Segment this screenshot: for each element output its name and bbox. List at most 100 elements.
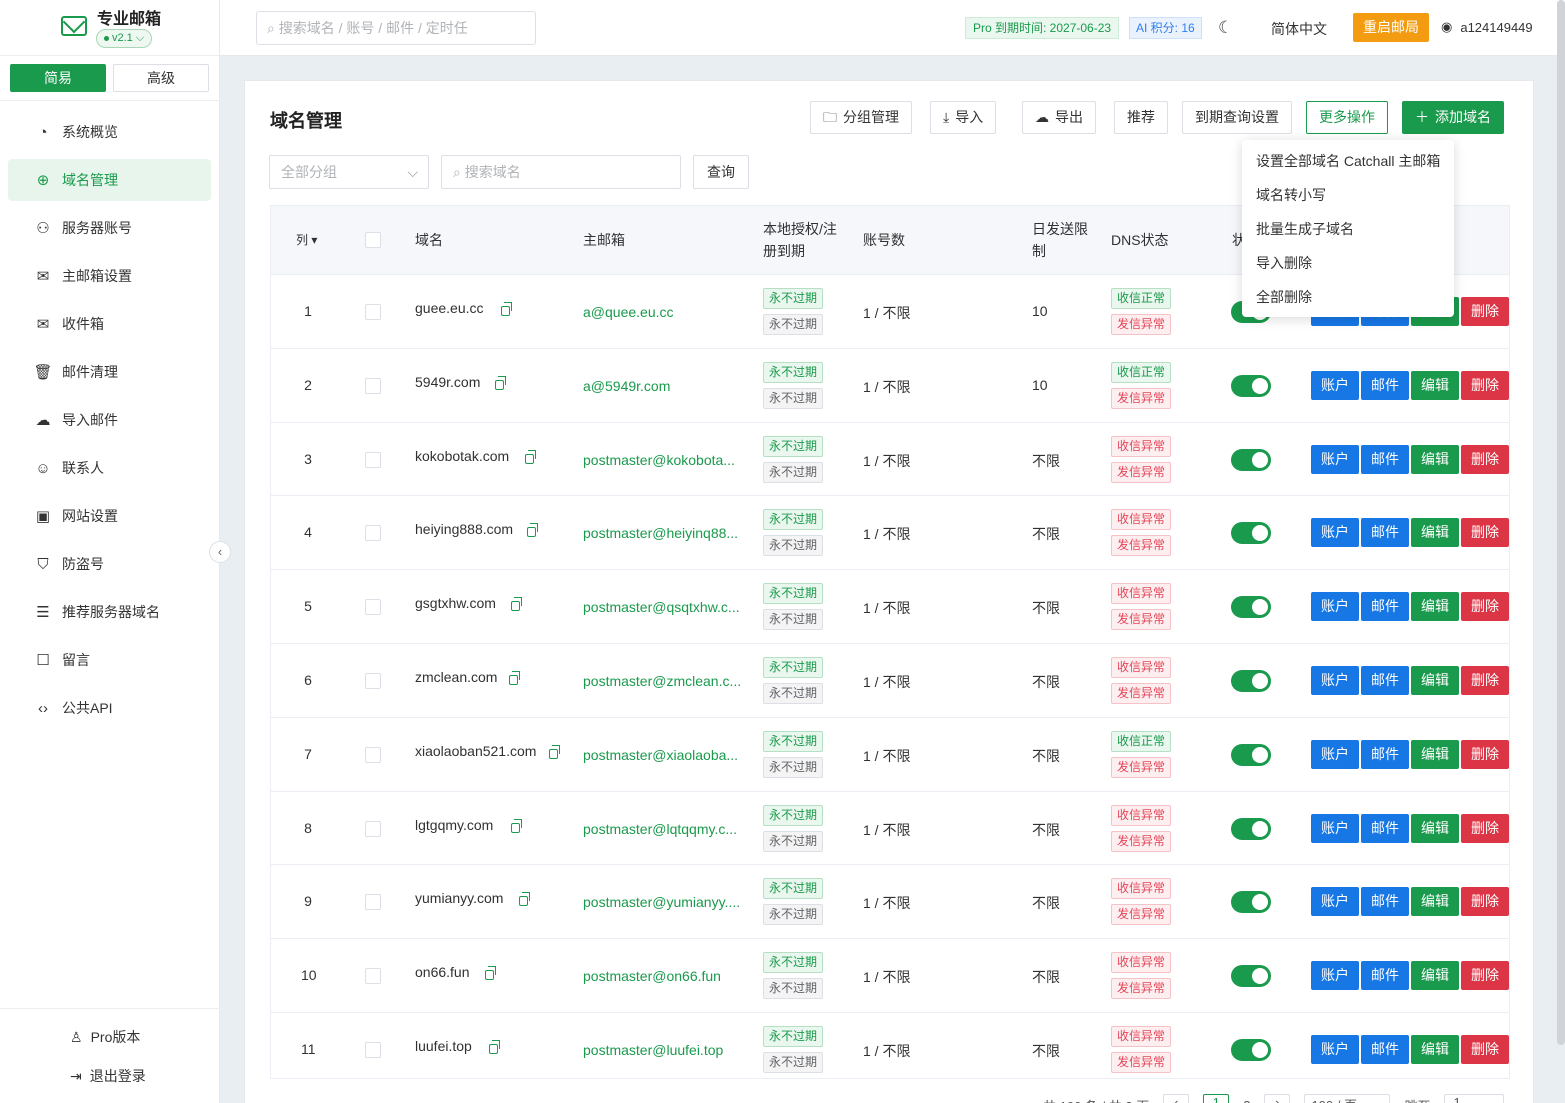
mail-button[interactable]: 邮件 [1361, 739, 1409, 769]
status-toggle[interactable] [1231, 522, 1271, 545]
dark-mode-icon[interactable]: ☾ [1218, 18, 1233, 38]
delete-button[interactable]: 删除 [1461, 887, 1509, 917]
logout-button[interactable]: ⇥ 退出登录 [70, 1066, 146, 1086]
main-mailbox[interactable]: postmaster@on66.fun [583, 968, 721, 984]
sidebar-item-12[interactable]: ‹› 公共API [8, 687, 211, 729]
copy-icon[interactable] [527, 523, 538, 538]
sidebar-item-1[interactable]: ⊕ 域名管理 [8, 159, 211, 201]
menu-item[interactable]: 批量生成子域名 [1242, 212, 1454, 246]
mail-button[interactable]: 邮件 [1361, 1034, 1409, 1064]
menu-item[interactable]: 导入删除 [1242, 246, 1454, 280]
main-mailbox[interactable]: postmaster@heiyinq88... [583, 525, 738, 541]
sidebar-item-4[interactable]: ✉ 收件箱 [8, 303, 211, 345]
next-page-button[interactable]: › [1264, 1094, 1291, 1103]
row-checkbox[interactable] [365, 968, 381, 985]
mail-button[interactable]: 邮件 [1361, 813, 1409, 843]
status-toggle[interactable] [1231, 965, 1271, 988]
column-selector[interactable]: 列 ▾ [296, 229, 317, 251]
copy-icon[interactable] [525, 449, 536, 464]
main-mailbox[interactable]: postmaster@zmclean.c... [583, 673, 741, 689]
copy-icon[interactable] [511, 818, 522, 833]
mail-button[interactable]: 邮件 [1361, 665, 1409, 695]
main-mailbox[interactable]: postmaster@luufei.top [583, 1042, 723, 1058]
select-all-checkbox[interactable] [365, 232, 381, 248]
sidebar-item-0[interactable]: ◔ 系统概览 [8, 111, 211, 153]
sidebar-item-10[interactable]: ☰ 推荐服务器域名 [8, 591, 211, 633]
account-button[interactable]: 账户 [1311, 739, 1359, 769]
edit-button[interactable]: 编辑 [1411, 665, 1459, 695]
version-badge[interactable]: v2.1 ⌵ [96, 29, 153, 48]
user-menu[interactable]: ◉ a124149449 [1441, 19, 1533, 35]
sidebar-item-7[interactable]: ☺ 联系人 [8, 447, 211, 489]
main-mailbox[interactable]: a@quee.eu.cc [583, 304, 674, 320]
edit-button[interactable]: 编辑 [1411, 370, 1459, 400]
menu-item[interactable]: 设置全部域名 Catchall 主邮箱 [1242, 144, 1454, 178]
main-mailbox[interactable]: postmaster@kokobota... [583, 452, 735, 468]
edit-button[interactable]: 编辑 [1411, 739, 1459, 769]
status-toggle[interactable] [1231, 596, 1271, 619]
copy-icon[interactable] [549, 744, 560, 759]
delete-button[interactable]: 删除 [1461, 444, 1509, 474]
edit-button[interactable]: 编辑 [1411, 813, 1459, 843]
status-toggle[interactable] [1231, 448, 1271, 471]
sidebar-item-9[interactable]: ⛉ 防盗号 [8, 543, 211, 585]
copy-icon[interactable] [485, 966, 496, 981]
copy-icon[interactable] [489, 1039, 500, 1054]
mode-advanced-button[interactable]: 高级 [113, 64, 209, 92]
account-button[interactable]: 账户 [1311, 961, 1359, 991]
delete-button[interactable]: 删除 [1461, 592, 1509, 622]
prev-page-button[interactable]: ‹ [1163, 1094, 1190, 1103]
mail-button[interactable]: 邮件 [1361, 961, 1409, 991]
row-checkbox[interactable] [365, 304, 381, 320]
add-domain-button[interactable]: ＋添加域名 [1402, 101, 1504, 134]
menu-item[interactable]: 全部删除 [1242, 280, 1454, 314]
row-checkbox[interactable] [365, 746, 381, 763]
page-size-select[interactable]: 100 / 页 [1304, 1094, 1391, 1103]
delete-button[interactable]: 删除 [1461, 370, 1509, 400]
sidebar-item-5[interactable]: 🗑 邮件清理 [8, 351, 211, 393]
delete-button[interactable]: 删除 [1461, 1034, 1509, 1064]
pro-version-link[interactable]: ♙ Pro版本 [70, 1027, 140, 1047]
status-toggle[interactable] [1231, 743, 1271, 766]
group-manage-button[interactable]: 🗀 分组管理 [810, 101, 912, 134]
goto-input[interactable]: 1 [1444, 1094, 1505, 1103]
recommend-button[interactable]: 推荐 [1114, 101, 1168, 134]
menu-item[interactable]: 域名转小写 [1242, 178, 1454, 212]
row-checkbox[interactable] [365, 820, 381, 837]
copy-icon[interactable] [495, 375, 506, 390]
restart-button[interactable]: 重启邮局 [1353, 13, 1429, 42]
sidebar-collapse-button[interactable]: ‹ [209, 541, 231, 563]
delete-button[interactable]: 删除 [1461, 297, 1509, 326]
sidebar-item-8[interactable]: ▣ 网站设置 [8, 495, 211, 537]
page-1-button[interactable]: 1 [1203, 1094, 1230, 1103]
row-checkbox[interactable] [365, 672, 381, 689]
query-button[interactable]: 查询 [693, 155, 749, 189]
account-button[interactable]: 账户 [1311, 370, 1359, 400]
page-2-button[interactable]: 2 [1243, 1098, 1250, 1103]
status-toggle[interactable] [1231, 817, 1271, 840]
global-search-input[interactable]: ⌕ 搜索域名 / 账号 / 邮件 / 定时任 [256, 11, 536, 45]
edit-button[interactable]: 编辑 [1411, 887, 1459, 917]
edit-button[interactable]: 编辑 [1411, 1034, 1459, 1064]
sidebar-item-11[interactable]: ☐ 留言 [8, 639, 211, 681]
status-toggle[interactable] [1231, 1038, 1271, 1061]
mail-button[interactable]: 邮件 [1361, 592, 1409, 622]
export-button[interactable]: ☁ 导出 [1022, 101, 1096, 134]
row-checkbox[interactable] [365, 377, 381, 394]
main-mailbox[interactable]: postmaster@yumianyy.... [583, 894, 740, 910]
mail-button[interactable]: 邮件 [1361, 518, 1409, 548]
status-toggle[interactable] [1231, 669, 1271, 692]
main-mailbox[interactable]: postmaster@qsqtxhw.c... [583, 599, 740, 615]
row-checkbox[interactable] [365, 894, 381, 911]
scrollbar[interactable] [1557, 0, 1565, 1045]
group-select[interactable]: 全部分组 ⌵ [269, 155, 429, 189]
account-button[interactable]: 账户 [1311, 592, 1359, 622]
sidebar-item-3[interactable]: ✉ 主邮箱设置 [8, 255, 211, 297]
delete-button[interactable]: 删除 [1461, 813, 1509, 843]
import-button[interactable]: ⤓ 导入 [930, 101, 997, 134]
account-button[interactable]: 账户 [1311, 444, 1359, 474]
more-actions-button[interactable]: 更多操作 [1306, 101, 1388, 134]
mail-button[interactable]: 邮件 [1361, 444, 1409, 474]
edit-button[interactable]: 编辑 [1411, 518, 1459, 548]
mail-button[interactable]: 邮件 [1361, 887, 1409, 917]
